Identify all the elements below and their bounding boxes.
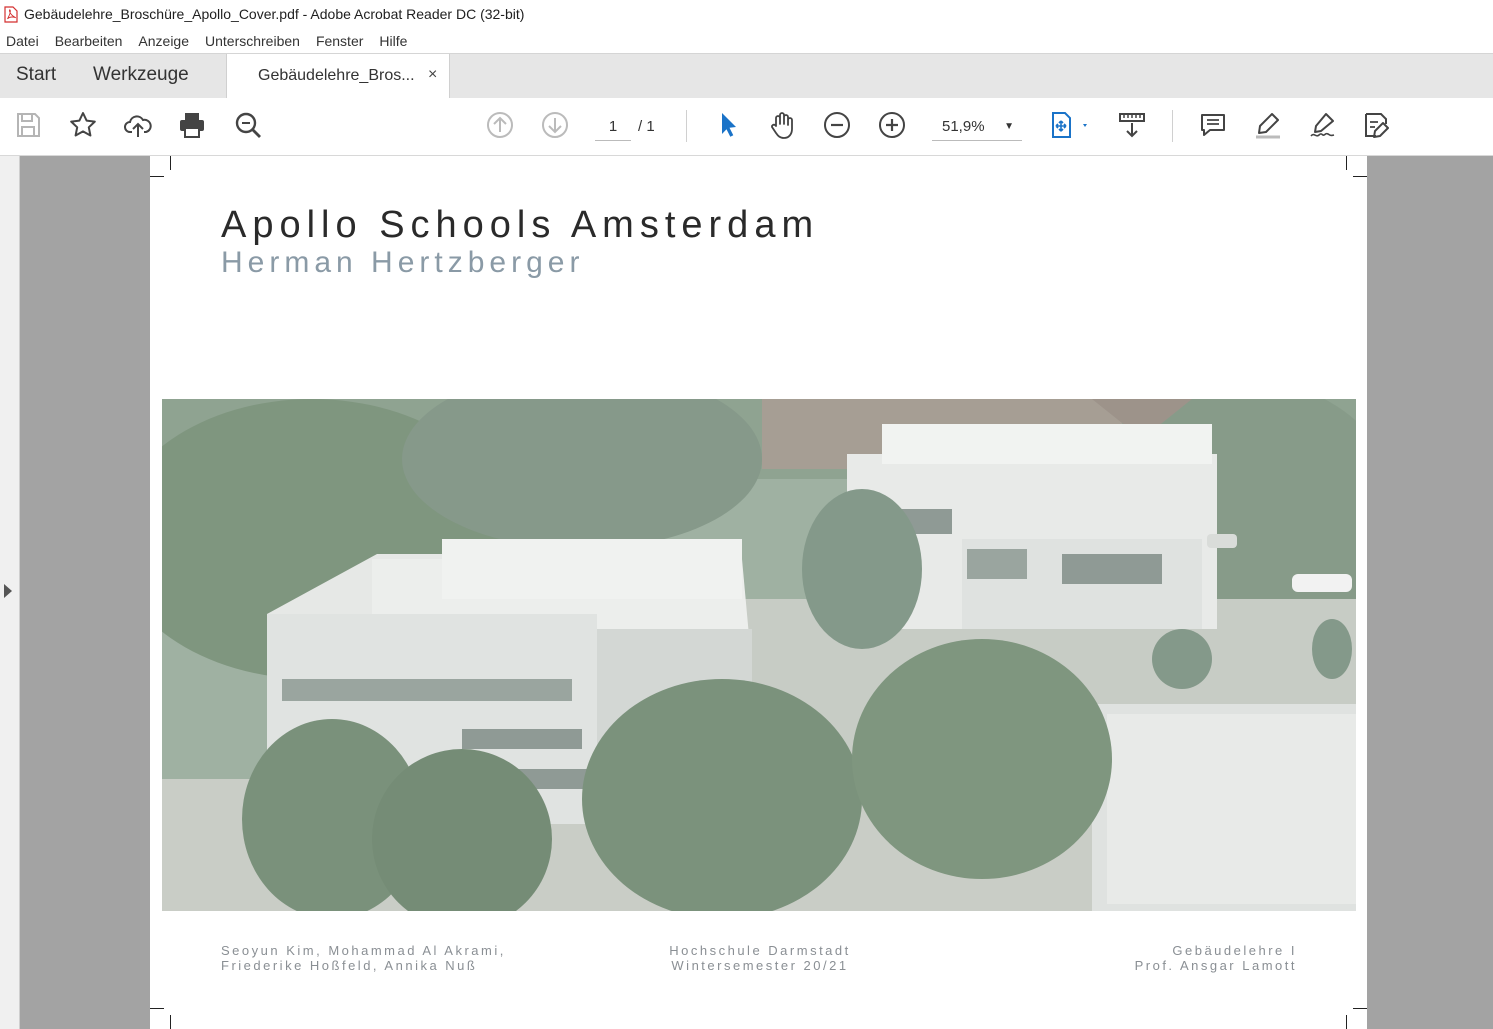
menu-anzeige[interactable]: Anzeige — [130, 33, 197, 49]
zoom-level-value: 51,9% — [942, 118, 985, 135]
crop-mark — [1353, 176, 1367, 177]
menu-bar: Datei Bearbeiten Anzeige Unterschreiben … — [0, 28, 1493, 53]
menu-hilfe[interactable]: Hilfe — [371, 33, 415, 49]
toolbar-divider — [686, 110, 687, 142]
comment-icon[interactable] — [1196, 108, 1230, 142]
zoom-out-icon[interactable] — [820, 108, 854, 142]
star-icon[interactable] — [66, 108, 100, 142]
document-subtitle: Herman Hertzberger — [221, 246, 585, 279]
menu-unterschreiben[interactable]: Unterschreiben — [197, 33, 308, 49]
upload-cloud-icon[interactable] — [121, 108, 155, 142]
menu-datei[interactable]: Datei — [0, 33, 47, 49]
footer-authors: Seoyun Kim, Mohammad Al Akrami, Friederi… — [221, 943, 506, 973]
tab-document[interactable]: Gebäudelehre_Bros... × — [226, 54, 450, 99]
tab-start[interactable]: Start — [16, 64, 56, 86]
footer-authors-line1: Seoyun Kim, Mohammad Al Akrami, — [221, 943, 506, 958]
crop-mark — [1346, 1015, 1347, 1029]
tab-document-label: Gebäudelehre_Bros... — [258, 67, 415, 84]
crop-mark — [150, 1008, 164, 1009]
page-number-input[interactable]: 1 — [595, 116, 631, 141]
crop-mark — [1353, 1008, 1367, 1009]
select-pointer-icon[interactable] — [711, 108, 745, 142]
footer-course: Gebäudelehre I Prof. Ansgar Lamott — [1135, 943, 1297, 973]
print-icon[interactable] — [175, 108, 209, 142]
menu-fenster[interactable]: Fenster — [308, 33, 371, 49]
scroll-mode-icon[interactable] — [1115, 108, 1149, 142]
fill-sign-icon[interactable] — [1360, 108, 1394, 142]
highlight-pen-icon[interactable] — [1251, 108, 1285, 142]
zoom-level-dropdown[interactable]: 51,9% ▼ — [932, 116, 1022, 141]
footer-institution-line1: Hochschule Darmstadt — [669, 943, 851, 958]
footer-course-line1: Gebäudelehre I — [1172, 943, 1297, 958]
pdf-page: Apollo Schools Amsterdam Herman Hertzber… — [150, 156, 1367, 1029]
crop-mark — [170, 156, 171, 170]
expand-arrow-icon — [4, 584, 12, 598]
zoom-in-icon[interactable] — [875, 108, 909, 142]
close-tab-icon[interactable]: × — [428, 66, 437, 84]
chevron-down-icon: ▼ — [1004, 121, 1014, 132]
cover-photo — [162, 399, 1356, 911]
footer-authors-line2: Friederike Hoßfeld, Annika Nuß — [221, 958, 478, 973]
window-title: Gebäudelehre_Broschüre_Apollo_Cover.pdf … — [24, 6, 525, 22]
save-icon[interactable] — [11, 108, 45, 142]
navigation-pane-toggle[interactable] — [0, 156, 20, 1029]
next-page-icon[interactable] — [538, 108, 572, 142]
tab-bar: Start Werkzeuge Gebäudelehre_Bros... × — [0, 53, 1493, 99]
menu-bearbeiten[interactable]: Bearbeiten — [47, 33, 131, 49]
crop-mark — [170, 1015, 171, 1029]
tab-werkzeuge[interactable]: Werkzeuge — [93, 64, 189, 86]
document-title: Apollo Schools Amsterdam — [221, 204, 820, 246]
toolbar-divider — [1172, 110, 1173, 142]
toolbar: 1 / 1 51,9% ▼ — [0, 98, 1493, 156]
page-total: / 1 — [638, 118, 655, 135]
fit-page-icon[interactable] — [1044, 108, 1094, 142]
pdf-file-icon — [4, 5, 18, 23]
footer-institution: Hochschule Darmstadt Wintersemester 20/2… — [650, 943, 870, 973]
hand-tool-icon[interactable] — [765, 108, 799, 142]
crop-mark — [1346, 156, 1347, 170]
window-titlebar: Gebäudelehre_Broschüre_Apollo_Cover.pdf … — [0, 0, 1493, 28]
search-zoom-icon[interactable] — [231, 108, 265, 142]
previous-page-icon[interactable] — [483, 108, 517, 142]
footer-institution-line2: Wintersemester 20/21 — [671, 958, 849, 973]
footer-course-line2: Prof. Ansgar Lamott — [1134, 958, 1297, 973]
sign-pen-icon[interactable] — [1306, 108, 1340, 142]
crop-mark — [150, 176, 164, 177]
